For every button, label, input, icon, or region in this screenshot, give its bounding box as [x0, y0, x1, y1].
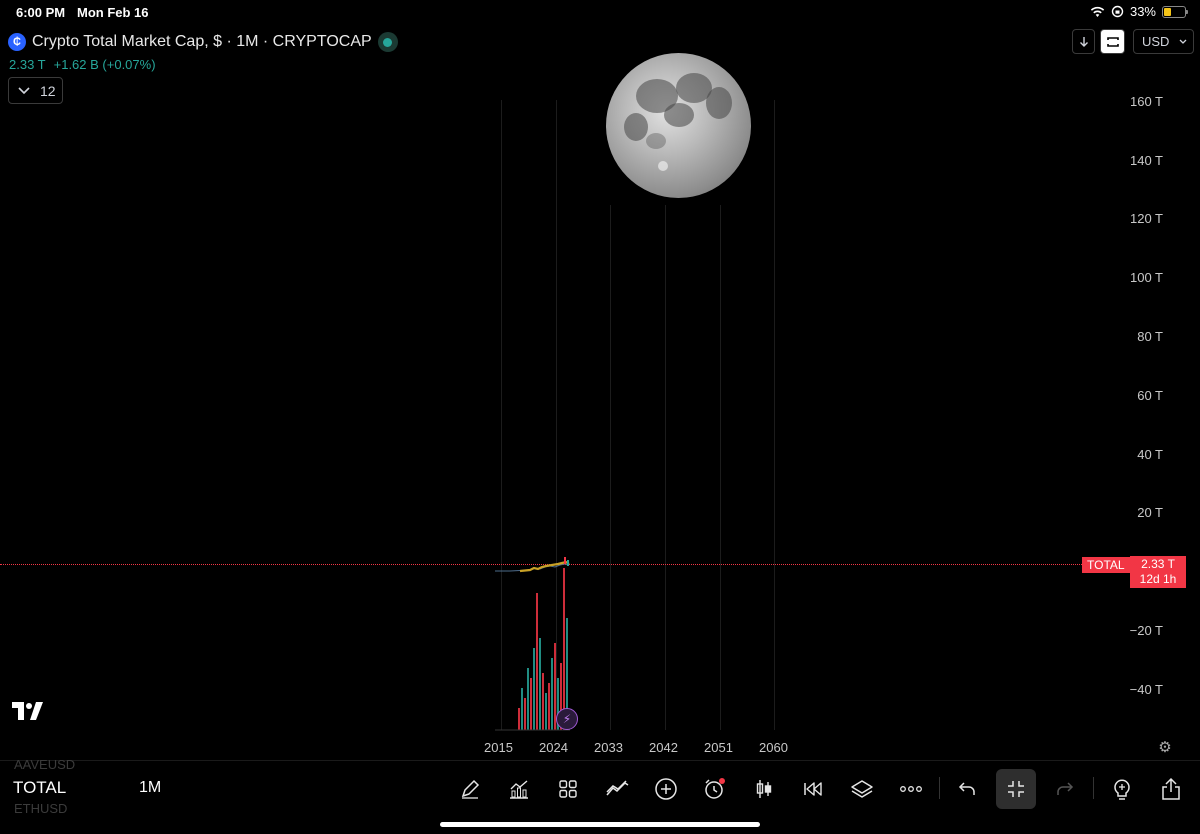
toolbar-divider: [939, 777, 940, 799]
price-axis-label: −40 T: [1129, 682, 1163, 697]
time-axis-label: 2042: [649, 740, 678, 755]
chevron-down-icon: [18, 86, 30, 94]
candlestick-icon: [756, 780, 772, 798]
bar-countdown: 12d 1h: [1139, 572, 1177, 586]
price-axis-label: 40 T: [1137, 447, 1163, 462]
currency-value: USD: [1142, 34, 1170, 49]
price-axis-label: 140 T: [1129, 153, 1163, 168]
arrow-down-icon: [1079, 36, 1088, 47]
toolbar-divider: [1093, 777, 1094, 799]
battery-percent: 33%: [1129, 4, 1156, 19]
time-axis-label: 2024: [539, 740, 568, 755]
indicators-icon: [510, 780, 528, 799]
share-icon: [1162, 777, 1180, 800]
price-axis-label: 100 T: [1129, 270, 1163, 285]
grid-line: [720, 205, 721, 730]
grid-line: [665, 205, 666, 730]
currency-select[interactable]: USD: [1133, 29, 1194, 54]
undo-icon: [958, 782, 975, 795]
add-button[interactable]: [646, 769, 686, 809]
wifi-icon: [1090, 6, 1105, 17]
redo-button[interactable]: [1045, 769, 1085, 809]
battery-icon: [1162, 5, 1188, 18]
clock: 6:00 PM: [16, 5, 66, 20]
status-bar: 6:00 PM Mon Feb 16 33%: [0, 0, 1200, 24]
home-indicator[interactable]: [440, 822, 760, 827]
price-axis-label: 120 T: [1129, 211, 1163, 226]
symbol-selector[interactable]: TOTAL: [13, 778, 66, 798]
fullscreen-exit-button[interactable]: [996, 769, 1036, 809]
lightning-icon[interactable]: ⚡: [556, 708, 578, 730]
quote-line: 2.33 T +1.62 B (+0.07%): [9, 57, 156, 72]
time-axis-label: 2033: [594, 740, 623, 755]
compare-lines-icon: [606, 780, 629, 796]
chart-mode-button[interactable]: [1100, 29, 1125, 54]
replay-button[interactable]: [793, 769, 833, 809]
tradingview-logo[interactable]: [12, 700, 44, 726]
plus-circle-icon: [655, 778, 677, 800]
tradingview-logo-icon: [12, 702, 43, 720]
redo-icon: [1057, 782, 1074, 795]
indicator-count: 12: [40, 82, 56, 99]
alarm-clock-icon: [705, 778, 725, 799]
more-button[interactable]: [891, 769, 931, 809]
auto-scale-icon: [1106, 36, 1119, 47]
object-tree-button[interactable]: [842, 769, 882, 809]
more-dots-icon: [900, 786, 922, 792]
volume-bars: [518, 568, 568, 730]
grid-line: [774, 100, 775, 730]
drawing-tools-button[interactable]: [450, 769, 490, 809]
grid-icon: [559, 780, 577, 798]
timeframe-selector[interactable]: 1M: [139, 779, 161, 797]
market-status-icon[interactable]: [377, 32, 398, 52]
price-series[interactable]: [490, 548, 580, 733]
next-symbol[interactable]: ETHUSD: [14, 801, 67, 816]
price-tag-value: 2.33 T: [1141, 557, 1175, 571]
time-axis-label: 2051: [704, 740, 733, 755]
ideas-button[interactable]: [1102, 769, 1142, 809]
rewind-icon: [804, 782, 822, 796]
layouts-button[interactable]: [548, 769, 588, 809]
price-axis-label: 160 T: [1129, 94, 1163, 109]
settings-icon[interactable]: ⚙: [1156, 738, 1174, 756]
collapse-icon: [1008, 781, 1024, 797]
lightbulb-icon: [1114, 779, 1130, 800]
last-price: 2.33 T: [9, 57, 46, 72]
symbol-header[interactable]: ₵ Crypto Total Market Cap, $ · 1M · CRYP…: [8, 30, 398, 54]
price-axis-label: 60 T: [1137, 388, 1163, 403]
chart-type-button[interactable]: [744, 769, 784, 809]
pencil-icon: [461, 779, 480, 799]
layers-icon: [851, 780, 873, 798]
indicators-toggle-button[interactable]: 12: [8, 77, 63, 104]
orientation-lock-icon: [1111, 5, 1124, 18]
time-axis-label: 2060: [759, 740, 788, 755]
status-right: 33%: [1090, 4, 1188, 19]
chevron-down-icon: [1179, 39, 1187, 44]
alerts-button[interactable]: [695, 769, 735, 809]
download-button[interactable]: [1072, 29, 1095, 54]
price-axis-label: 20 T: [1137, 505, 1163, 520]
price-axis-label: 80 T: [1137, 329, 1163, 344]
compare-button[interactable]: [597, 769, 637, 809]
undo-button[interactable]: [947, 769, 987, 809]
price-change: +1.62 B (+0.07%): [53, 57, 156, 72]
price-tag: 2.33 T 12d 1h: [1130, 556, 1186, 588]
symbol-title[interactable]: Crypto Total Market Cap, $ · 1M · CRYPTO…: [32, 33, 372, 51]
symbol-tag: TOTAL: [1082, 557, 1130, 573]
indicators-button[interactable]: [499, 769, 539, 809]
prev-symbol[interactable]: AAVEUSD: [14, 757, 75, 772]
grid-line: [610, 205, 611, 730]
date: Mon Feb 16: [77, 5, 149, 20]
moon-image[interactable]: [606, 53, 751, 198]
share-button[interactable]: [1151, 769, 1191, 809]
price-axis-label: −20 T: [1129, 623, 1163, 638]
crypto-logo-icon: ₵: [8, 33, 26, 51]
time-axis-label: 2015: [484, 740, 513, 755]
